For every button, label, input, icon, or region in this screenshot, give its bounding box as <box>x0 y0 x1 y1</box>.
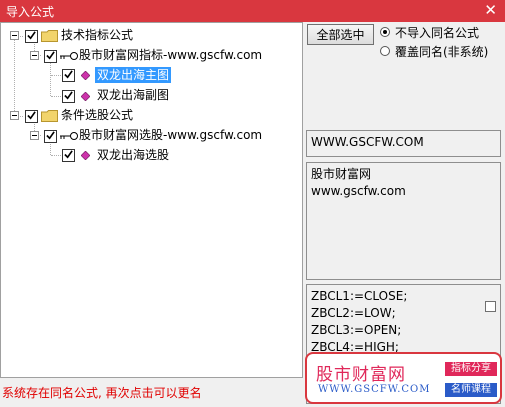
window-title: 导入公式 <box>6 5 55 19</box>
close-icon[interactable]: ✕ <box>484 1 497 19</box>
group-checkbox[interactable] <box>25 110 38 123</box>
key-icon <box>60 52 78 60</box>
collapse-icon[interactable] <box>10 31 19 40</box>
formula-description-line: www.gscfw.com <box>311 184 406 198</box>
radio-overwrite-duplicates-label[interactable]: 覆盖同名(非系统) <box>395 43 488 60</box>
check-icon <box>46 131 55 140</box>
tree-item-label: 双龙出海副图 <box>97 88 170 102</box>
site-watermark-logo: 股市财富网 WWW.GSCFW.COM 指标分享 名师课程 <box>305 352 502 404</box>
diamond-icon <box>81 151 90 160</box>
tree-node-label: 股市财富网指标-www.gscfw.com <box>79 48 263 62</box>
check-icon <box>27 31 36 40</box>
tree-item-label-selected: 双龙出海主图 <box>95 67 172 83</box>
title-bar: 导入公式 ✕ <box>0 0 505 22</box>
code-line: ZBCL1:=CLOSE; <box>311 289 408 303</box>
group-checkbox[interactable] <box>25 30 38 43</box>
code-line: ZBCL2:=LOW; <box>311 306 396 320</box>
item-checkbox[interactable] <box>62 69 75 82</box>
radio-skip-duplicates-label[interactable]: 不导入同名公式 <box>395 24 479 41</box>
formula-description-line: 股市财富网 <box>311 167 372 181</box>
tree-node-label: 股市财富网选股-www.gscfw.com <box>79 128 263 142</box>
select-all-button[interactable]: 全部选中 <box>307 24 374 45</box>
node-checkbox[interactable] <box>44 130 57 143</box>
collapse-icon[interactable] <box>10 111 19 120</box>
formula-source-url-box: WWW.GSCFW.COM <box>306 130 501 157</box>
item-checkbox[interactable] <box>62 90 75 103</box>
folder-icon <box>41 110 58 122</box>
node-checkbox[interactable] <box>44 50 57 63</box>
watermark-tag: 名师课程 <box>445 383 497 397</box>
check-icon <box>64 91 73 100</box>
item-checkbox[interactable] <box>62 149 75 162</box>
formula-tree: 技术指标公式 股市财富网指标-www.gscfw.com 双龙出海主图 双龙出海… <box>1 23 302 377</box>
status-message: 系统存在同名公式, 再次点击可以更名 <box>2 386 202 400</box>
radio-overwrite-duplicates[interactable] <box>380 46 390 56</box>
watermark-url: WWW.GSCFW.COM <box>318 384 431 395</box>
key-icon <box>60 132 78 140</box>
code-line: ZBCL3:=OPEN; <box>311 323 402 337</box>
formula-tree-panel: 技术指标公式 股市财富网指标-www.gscfw.com 双龙出海主图 双龙出海… <box>0 22 303 378</box>
diamond-icon <box>81 71 90 80</box>
check-icon <box>64 70 73 79</box>
diamond-icon <box>81 92 90 101</box>
check-icon <box>64 150 73 159</box>
watermark-tag: 指标分享 <box>445 362 497 376</box>
tree-group-label: 技术指标公式 <box>61 28 134 42</box>
collapse-icon[interactable] <box>30 131 39 140</box>
tree-group-label: 条件选股公式 <box>61 108 134 122</box>
collapse-icon[interactable] <box>30 51 39 60</box>
check-icon <box>46 51 55 60</box>
formula-description-box: 股市财富网 www.gscfw.com <box>306 162 501 280</box>
folder-icon <box>41 30 58 42</box>
watermark-title: 股市财富网 <box>316 365 406 385</box>
check-icon <box>27 111 36 120</box>
code-option-checkbox[interactable] <box>485 301 496 312</box>
radio-skip-duplicates[interactable] <box>380 27 390 37</box>
formula-source-url: WWW.GSCFW.COM <box>311 135 424 149</box>
tree-item-label: 双龙出海选股 <box>97 148 170 162</box>
